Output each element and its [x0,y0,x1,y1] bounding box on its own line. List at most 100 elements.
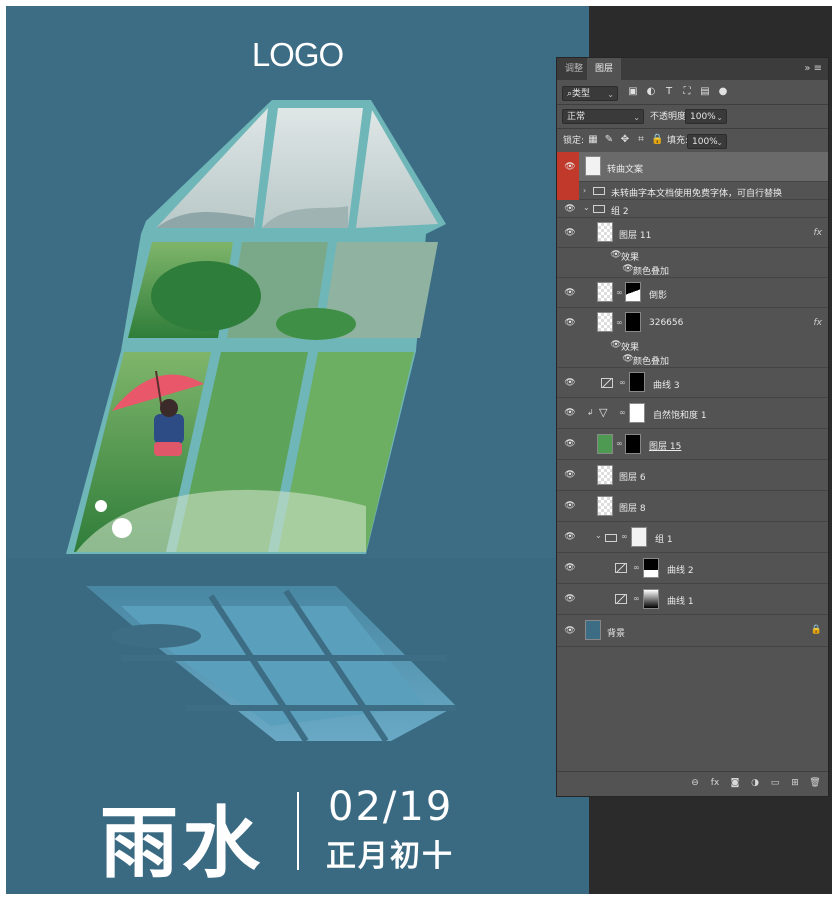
layer-row[interactable]: 👁 转曲文案 [557,152,828,182]
tab-layers[interactable]: 图层 [587,58,622,80]
eye-icon[interactable]: 👁 [561,288,579,298]
layer-row[interactable]: 👁 ∞ 曲线 3 [557,368,828,398]
chevron-down-icon[interactable]: ⌄ [595,531,602,540]
layer-name: 转曲文案 [607,165,644,175]
fx-icon[interactable]: fx [814,318,823,328]
new-group-icon[interactable]: ▭ [769,777,781,789]
filter-adjustment-icon[interactable]: ◐ [645,86,657,98]
layer-mask [629,372,645,392]
effect-row[interactable]: 👁 颜色叠加 [557,352,828,368]
chevron-down-icon[interactable]: ⌄ [583,203,590,212]
layer-name: 图层 6 [619,473,646,483]
chevron-right-icon[interactable]: › [583,186,586,195]
layer-row[interactable]: 👁 背景 🔒 [557,615,828,647]
layer-name: 图层 8 [619,504,646,514]
link-icon[interactable]: ∞ [616,318,623,327]
layer-name: 326656 [649,318,684,328]
title-divider [297,792,299,870]
eye-icon[interactable]: 👁 [561,563,579,573]
adjustment-icon[interactable]: ◑ [749,777,761,789]
layer-row[interactable]: 👁 ∞ 倒影 [557,278,828,308]
layer-row[interactable]: 👁 图层 8 [557,491,828,522]
link-icon[interactable]: ∞ [633,594,640,603]
layer-row[interactable]: 👁 图层 11 fx [557,218,828,248]
eye-icon[interactable]: 👁 [561,162,579,172]
eye-icon[interactable]: 👁 [561,439,579,449]
layers-footer: ⊖ fx ◙ ◑ ▭ ⊞ 🗑 [557,771,828,796]
layer-row[interactable]: 👁 图层 6 [557,460,828,491]
add-mask-icon[interactable]: ◙ [729,777,741,789]
link-icon[interactable]: ∞ [616,439,623,448]
link-icon[interactable]: ∞ [621,532,628,541]
link-icon[interactable]: ∞ [616,288,623,297]
layer-row[interactable]: 👁 ⌄ ∞ 组 1 [557,522,828,553]
chevron-down-icon: ⌄ [716,113,723,122]
eye-icon[interactable]: 👁 [561,594,579,604]
new-layer-icon[interactable]: ⊞ [789,777,801,789]
link-icon[interactable]: ∞ [633,563,640,572]
filter-shape-icon[interactable]: ⛶ [681,86,693,98]
link-icon[interactable]: ∞ [619,378,626,387]
link-icon[interactable]: ∞ [619,408,626,417]
fx-icon[interactable]: fx [814,228,823,238]
layer-mask [631,527,647,547]
layer-row[interactable]: 👁 ⌄ 组 2 [557,200,828,218]
eye-icon[interactable]: 👁 [561,408,579,418]
lock-transparent-icon[interactable]: ▦ [587,134,599,146]
layer-row[interactable]: 👁 ∞ 图层 15 [557,429,828,460]
fill-field[interactable]: 100% ⌄ [687,134,727,149]
blend-row: 正常 ⌄ 不透明度: 100% ⌄ [557,106,828,128]
opacity-field[interactable]: 100% ⌄ [685,109,727,124]
link-layers-icon[interactable]: ⊖ [689,777,701,789]
eye-icon[interactable]: 👁 [561,470,579,480]
fx-icon[interactable]: fx [709,777,721,789]
curves-icon [601,378,613,388]
divider [557,128,828,129]
effect-row[interactable]: 👁 颜色叠加 [557,262,828,278]
tab-adjustments[interactable]: 调整 [557,58,591,80]
layer-name: 未转曲字本文档使用免费字体，可自行替换 [611,189,783,199]
eye-icon[interactable]: 👁 [561,228,579,238]
trash-icon[interactable]: 🗑 [809,777,821,789]
lock-image-icon[interactable]: ✎ [603,134,615,146]
filter-type-icon[interactable]: T [663,86,675,98]
effect-row[interactable]: 👁 效果 [557,338,828,353]
lock-artboard-icon[interactable]: ⌗ [635,134,647,146]
panel-menu-icon[interactable]: » ≡ [804,58,822,80]
document-canvas[interactable]: LOGO 雨水 02/19 正月初十 [6,6,589,894]
layer-name: 图层 15 [649,442,682,452]
filter-pixel-icon[interactable]: ▣ [627,86,639,98]
lock-all-icon[interactable]: 🔒 [651,134,663,146]
layer-thumbnail [597,496,613,516]
eye-icon[interactable]: 👁 [561,501,579,511]
filter-smartobject-icon[interactable]: ▤ [699,86,711,98]
eye-icon[interactable]: 👁 [561,378,579,388]
layer-row[interactable]: 👁 ∞ 曲线 1 [557,584,828,615]
curves-icon [615,594,627,604]
layer-filter-select[interactable]: ⌕类型 ⌄ [562,86,618,101]
lock-label: 锁定: [563,136,585,146]
layer-mask [643,558,659,578]
layer-thumbnail [585,156,601,176]
layer-row[interactable]: 👁 ↲ ▽ ∞ 自然饱和度 1 [557,398,828,429]
eye-icon[interactable]: 👁 [561,204,579,214]
folder-icon [593,205,605,213]
visibility-indicator [557,182,579,200]
layer-row[interactable]: 👁 ∞ 326656 fx [557,308,828,338]
layer-row[interactable]: 👁 ∞ 曲线 2 [557,553,828,584]
eye-icon[interactable]: 👁 [561,532,579,542]
layer-thumbnail [597,222,613,242]
blend-mode-select[interactable]: 正常 ⌄ [562,109,644,124]
lock-position-icon[interactable]: ✥ [619,134,631,146]
eye-icon[interactable]: 👁 [561,318,579,328]
layer-name: 背景 [607,629,626,639]
poster-title: 雨水 [100,798,265,889]
effect-row[interactable]: 👁 效果 [557,248,828,263]
layer-row[interactable]: › 未转曲字本文档使用免费字体，可自行替换 [557,182,828,200]
filter-toggle-icon[interactable]: ● [717,86,729,98]
lock-row: 锁定: ▦ ✎ ✥ ⌗ 🔒 填充: 100% ⌄ [557,130,828,152]
opacity-label: 不透明度: [650,112,690,122]
effect-label: 颜色叠加 [633,267,670,277]
eye-icon[interactable]: 👁 [561,626,579,636]
lock-icon: 🔒 [810,625,822,635]
